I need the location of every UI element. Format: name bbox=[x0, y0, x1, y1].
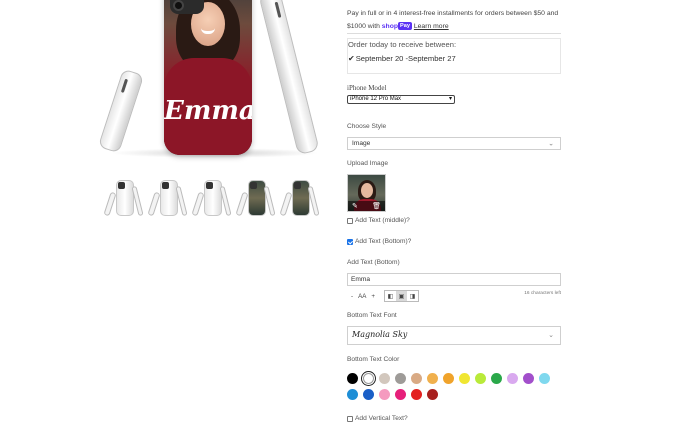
swatch-row-2 bbox=[347, 389, 562, 400]
increase-size-button[interactable]: + bbox=[371, 293, 375, 300]
chevron-down-icon: ▾ bbox=[448, 96, 452, 102]
color-swatch[interactable] bbox=[459, 373, 470, 384]
add-vertical-text-checkbox[interactable]: Add Vertical Text? bbox=[347, 415, 408, 422]
color-swatch[interactable] bbox=[427, 389, 438, 400]
thumbnail-4[interactable] bbox=[235, 178, 276, 218]
color-swatch[interactable] bbox=[523, 373, 534, 384]
checkmark-icon: ✔ bbox=[348, 54, 355, 63]
side-case-right bbox=[258, 0, 320, 156]
color-swatch[interactable] bbox=[363, 389, 374, 400]
color-swatch[interactable] bbox=[427, 373, 438, 384]
color-swatch[interactable] bbox=[443, 373, 454, 384]
uploaded-image-preview[interactable]: ✎ 🗑 bbox=[347, 174, 386, 212]
color-swatch[interactable] bbox=[395, 389, 406, 400]
pay-badge: Pay bbox=[398, 22, 412, 31]
phone-case-front: Emma bbox=[164, 0, 252, 155]
upload-image-label: Upload Image bbox=[347, 160, 389, 167]
iphone-model-select[interactable]: iPhone 12 Pro Max ▾ bbox=[347, 95, 455, 104]
checkbox-middle[interactable] bbox=[347, 217, 353, 224]
chevron-down-icon: ⌄ bbox=[548, 140, 554, 147]
camera-module bbox=[170, 0, 204, 14]
swatch-row-1 bbox=[347, 373, 562, 384]
delivery-estimate: Order today to receive between: ✔Septemb… bbox=[347, 38, 561, 74]
bottom-text-input[interactable]: Emma bbox=[347, 273, 561, 286]
align-center-icon[interactable]: ▣ bbox=[395, 291, 407, 301]
thumbnail-2[interactable] bbox=[147, 178, 188, 218]
characters-left: 16 characters left bbox=[524, 291, 561, 296]
iphone-model-label: iPhone Model bbox=[347, 84, 387, 92]
color-swatch[interactable] bbox=[363, 373, 374, 384]
color-swatch[interactable] bbox=[347, 389, 358, 400]
color-swatch[interactable] bbox=[475, 373, 486, 384]
color-swatches bbox=[347, 373, 562, 405]
color-swatch[interactable] bbox=[395, 373, 406, 384]
text-controls: - AA + ◧ ▣ ◨ bbox=[351, 290, 419, 302]
thumbnail-3[interactable] bbox=[191, 178, 232, 218]
divider bbox=[347, 33, 561, 34]
alignment-group: ◧ ▣ ◨ bbox=[383, 290, 419, 302]
delivery-title: Order today to receive between: bbox=[348, 40, 457, 49]
color-swatch[interactable] bbox=[379, 389, 390, 400]
case-name-text: Emma bbox=[164, 96, 252, 126]
font-size-icon: AA bbox=[358, 292, 367, 300]
bottom-text-font-label: Bottom Text Font bbox=[347, 312, 397, 319]
color-swatch[interactable] bbox=[347, 373, 358, 384]
delivery-dates: ✔September 20 -September 27 bbox=[348, 54, 456, 63]
decrease-size-button[interactable]: - bbox=[351, 293, 353, 300]
thumbnail-strip bbox=[103, 178, 320, 218]
color-swatch[interactable] bbox=[411, 373, 422, 384]
side-case-left bbox=[97, 68, 145, 154]
installments-line2: $1000 with shop Pay Learn more bbox=[347, 22, 449, 31]
bottom-text-color-label: Bottom Text Color bbox=[347, 356, 400, 363]
color-swatch[interactable] bbox=[379, 373, 390, 384]
thumbnail-5[interactable] bbox=[279, 178, 320, 218]
color-swatch[interactable] bbox=[411, 389, 422, 400]
align-right-icon[interactable]: ◨ bbox=[406, 291, 418, 301]
thumbnail-1[interactable] bbox=[103, 178, 144, 218]
align-left-icon[interactable]: ◧ bbox=[384, 291, 396, 301]
checkbox-bottom[interactable] bbox=[347, 238, 353, 245]
color-swatch[interactable] bbox=[507, 373, 518, 384]
color-swatch[interactable] bbox=[539, 373, 550, 384]
bottom-font-select[interactable]: Magnolia Sky ⌄ bbox=[347, 326, 561, 345]
choose-style-label: Choose Style bbox=[347, 123, 387, 130]
style-select[interactable]: Image ⌄ bbox=[347, 137, 561, 150]
installments-line1: Pay in full or in 4 interest-free instal… bbox=[347, 10, 559, 17]
trash-icon[interactable]: 🗑 bbox=[372, 202, 381, 210]
pencil-icon[interactable]: ✎ bbox=[352, 202, 358, 210]
checkbox-vertical[interactable] bbox=[347, 415, 353, 422]
color-swatch[interactable] bbox=[491, 373, 502, 384]
chevron-down-icon: ⌄ bbox=[548, 332, 554, 339]
add-text-bottom-label: Add Text (Bottom) bbox=[347, 259, 400, 266]
add-text-middle-checkbox[interactable]: Add Text (middle)? bbox=[347, 217, 410, 224]
installments-text: Pay in full or in 4 interest-free instal… bbox=[347, 7, 562, 33]
learn-more-link[interactable]: Learn more bbox=[414, 23, 449, 30]
add-text-bottom-checkbox[interactable]: Add Text (Bottom)? bbox=[347, 238, 411, 245]
shop-pay-logo: shop bbox=[381, 23, 399, 30]
product-hero-image[interactable]: Emma bbox=[97, 0, 325, 165]
